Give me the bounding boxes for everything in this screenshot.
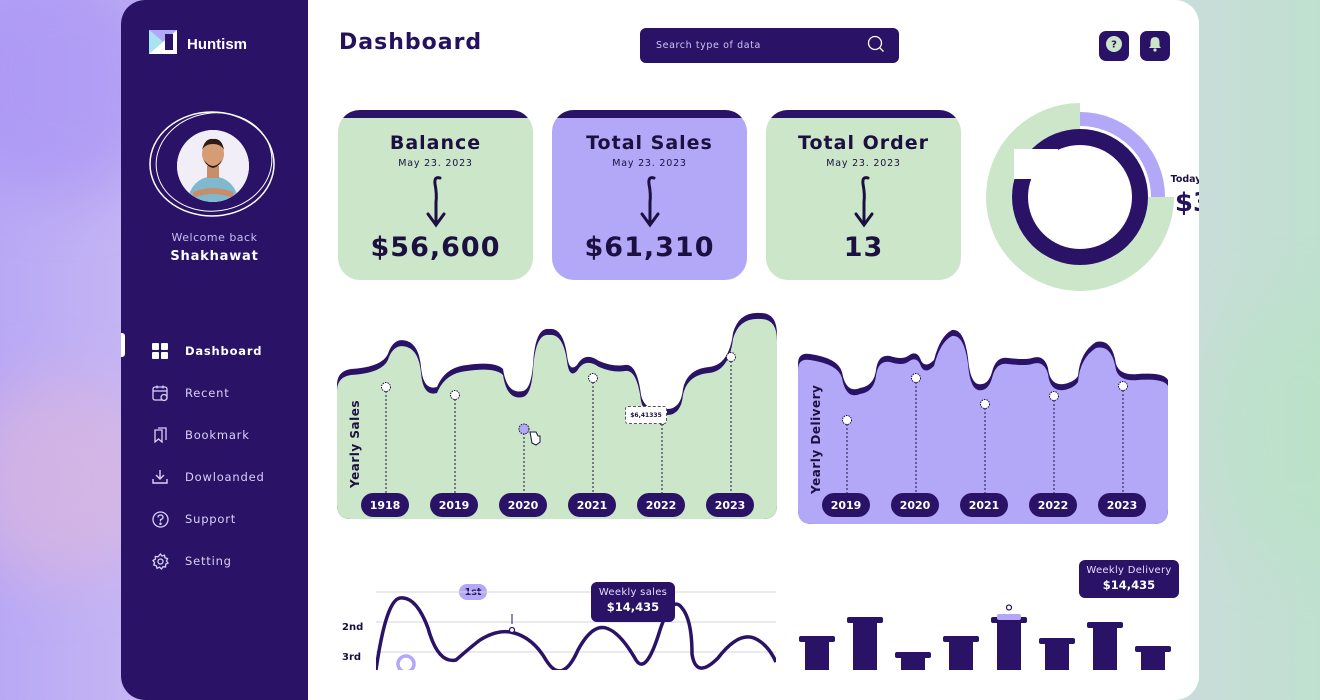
- sidebar-item-dashboard[interactable]: Dashboard: [121, 330, 308, 372]
- page-title: Dashboard: [339, 30, 483, 55]
- sidebar-item-recent[interactable]: Recent: [121, 372, 308, 414]
- tooltip-label: Weekly sales: [598, 587, 668, 598]
- card-top-band: [338, 110, 533, 118]
- notification-button[interactable]: [1140, 31, 1170, 61]
- rank-label: 2nd: [342, 622, 364, 633]
- card-value: $56,600: [370, 232, 501, 263]
- sidebar-item-label: Dashboard: [185, 344, 263, 358]
- user-name: Shakhawat: [170, 249, 259, 264]
- help-icon: [151, 510, 169, 528]
- sidebar-item-support[interactable]: Support: [121, 498, 308, 540]
- year-pill[interactable]: 2022: [637, 493, 685, 517]
- gear-icon: [151, 552, 169, 570]
- card-date: May 23. 2023: [612, 158, 687, 169]
- sales-data-tooltip: $6,41335: [625, 406, 667, 424]
- total-sales-card[interactable]: Total Sales May 23. 2023 $61,310: [552, 110, 747, 280]
- today-sales-label: Today Sales: [1170, 174, 1199, 185]
- card-value: $61,310: [584, 232, 715, 263]
- bell-icon: [1147, 36, 1163, 56]
- sidebar-item-bookmark[interactable]: Bookmark: [121, 414, 308, 456]
- card-title: Balance: [389, 132, 482, 154]
- sidebar-item-setting[interactable]: Setting: [121, 540, 308, 582]
- yearly-delivery-label: Yearly Delivery: [809, 384, 823, 494]
- weekly-delivery-bar-chart: [799, 604, 1171, 670]
- year-pill[interactable]: 2019: [822, 493, 870, 517]
- year-pill[interactable]: 2023: [1098, 493, 1146, 517]
- search-input[interactable]: [654, 39, 867, 52]
- sidebar-nav: Dashboard Recent Bookmark Dowloanded Sup…: [121, 330, 308, 582]
- search-bar[interactable]: [640, 28, 899, 63]
- balance-card[interactable]: Balance May 23. 2023 $56,600: [338, 110, 533, 280]
- today-sales-value: $32: [1174, 188, 1199, 218]
- today-sales-donut: [986, 103, 1175, 291]
- sidebar-item-downloaded[interactable]: Dowloanded: [121, 456, 308, 498]
- sidebar-item-label: Recent: [185, 386, 230, 400]
- tooltip-value: $14,435: [606, 600, 660, 614]
- sidebar: Huntism Welcome back Shakhawat Dashboard…: [121, 0, 308, 700]
- tooltip-value: $14,435: [1102, 578, 1156, 592]
- card-value: 13: [843, 232, 884, 263]
- year-pill[interactable]: 2021: [568, 493, 616, 517]
- search-icon[interactable]: [867, 35, 885, 57]
- year-pill[interactable]: 2022: [1029, 493, 1077, 517]
- download-icon: [151, 468, 169, 486]
- weekly-delivery-tooltip: Weekly Delivery $14,435: [1079, 560, 1179, 598]
- arrow-down-icon: [424, 174, 448, 234]
- sidebar-item-label: Setting: [185, 554, 232, 568]
- card-title: Total Order: [798, 132, 929, 154]
- help-button[interactable]: ?: [1099, 31, 1129, 61]
- tooltip-label: Weekly Delivery: [1086, 565, 1172, 576]
- year-pill[interactable]: 2020: [891, 493, 939, 517]
- year-pill[interactable]: 1918: [361, 493, 409, 517]
- card-date: May 23. 2023: [826, 158, 901, 169]
- calendar-icon: [151, 384, 169, 402]
- arrow-down-icon: [852, 174, 876, 234]
- logo-icon: [149, 30, 177, 58]
- arrow-down-icon: [638, 174, 662, 234]
- yearly-sales-label: Yearly Sales: [348, 400, 362, 488]
- svg-text:?: ?: [1111, 40, 1117, 51]
- card-top-band: [766, 110, 961, 118]
- welcome-text: Welcome back: [171, 231, 258, 244]
- total-order-card[interactable]: Total Order May 23. 2023 13: [766, 110, 961, 280]
- year-pill[interactable]: 2019: [430, 493, 478, 517]
- weekly-sales-line-chart: [376, 591, 776, 670]
- brand-name: Huntism: [187, 35, 247, 53]
- yearly-sales-chart: [337, 312, 777, 519]
- rank-label: 3rd: [342, 652, 362, 663]
- brand[interactable]: Huntism: [149, 30, 247, 58]
- card-date: May 23. 2023: [398, 158, 473, 169]
- sidebar-item-label: Dowloanded: [185, 470, 265, 484]
- help-icon: ?: [1106, 36, 1122, 56]
- year-pill[interactable]: 2023: [706, 493, 754, 517]
- card-top-band: [552, 110, 747, 118]
- weekly-sales-tooltip: Weekly sales $14,435: [591, 582, 675, 622]
- avatar[interactable]: [147, 108, 277, 220]
- app-window: Huntism Welcome back Shakhawat Dashboard…: [121, 0, 1199, 700]
- sidebar-item-label: Support: [185, 512, 237, 526]
- sidebar-item-label: Bookmark: [185, 428, 250, 442]
- bookmark-icon: [151, 426, 169, 444]
- grid-icon: [151, 342, 169, 360]
- year-pill[interactable]: 2021: [960, 493, 1008, 517]
- card-title: Total Sales: [586, 132, 713, 154]
- year-pill[interactable]: 2020: [499, 493, 547, 517]
